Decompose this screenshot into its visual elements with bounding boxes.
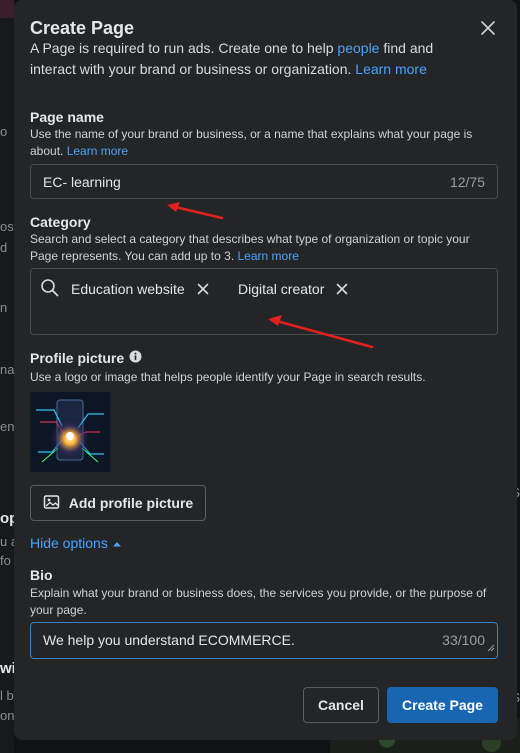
background-fragment: n [0,300,8,315]
category-learn-more-link[interactable]: Learn more [238,249,299,263]
profile-picture-label: Profile picture [30,350,125,366]
bio-counter: 33/100 [442,632,485,648]
remove-chip-icon[interactable] [336,283,348,295]
background-fragment: na [0,362,15,377]
category-label: Category [30,214,91,230]
remove-chip-icon[interactable] [197,283,209,295]
resize-handle-icon[interactable] [487,639,495,657]
page-name-counter: 12/75 [449,174,485,190]
create-page-dialog: Create Page A Page is required to run ad… [14,0,517,740]
close-icon[interactable] [476,16,500,40]
category-help: Search and select a category that descri… [30,232,470,263]
learn-more-link[interactable]: Learn more [355,61,427,77]
bio-textarea[interactable]: We help you understand ECOMMERCE. 33/100 [30,622,498,659]
profile-picture-heading: Profile picture [30,350,142,366]
category-chip-education-website: Education website [71,278,209,300]
page-name-input[interactable]: EC- learning 12/75 [30,164,498,199]
category-input[interactable]: Education website Digital creator [30,268,498,335]
dialog-intro: A Page is required to run ads. Create on… [30,40,434,77]
background-fragment: d [0,240,8,255]
cancel-button[interactable]: Cancel [303,687,379,723]
info-icon[interactable] [129,350,142,366]
background-fragment: o [0,124,8,139]
caret-up-icon [112,535,122,551]
image-add-icon [43,493,61,514]
page-name-value: EC- learning [43,174,121,190]
background-fragment: fo [0,553,11,568]
create-page-button[interactable]: Create Page [387,687,498,723]
background-fragment: os [0,219,14,234]
background-fragment: en [0,419,15,434]
people-link[interactable]: people [337,40,379,56]
category-chip-digital-creator: Digital creator [238,278,348,300]
page-name-label: Page name [30,109,104,125]
add-profile-picture-button[interactable]: Add profile picture [30,485,206,521]
search-icon [40,278,60,303]
bio-help: Explain what your brand or business does… [30,586,487,617]
bio-value: We help you understand ECOMMERCE. [43,632,295,648]
profile-picture-help: Use a logo or image that helps people id… [30,370,426,384]
hide-options-label: Hide options [30,535,108,551]
background-fragment: l b [0,688,14,703]
page-name-learn-more-link[interactable]: Learn more [67,144,128,158]
hide-options-toggle[interactable]: Hide options [30,535,122,551]
profile-picture-thumbnail [30,392,110,472]
dialog-title: Create Page [30,18,135,38]
add-profile-picture-label: Add profile picture [68,495,194,511]
page-name-help: Use the name of your brand or business, … [30,127,473,158]
background-topbar [0,0,14,18]
bio-label: Bio [30,567,53,583]
